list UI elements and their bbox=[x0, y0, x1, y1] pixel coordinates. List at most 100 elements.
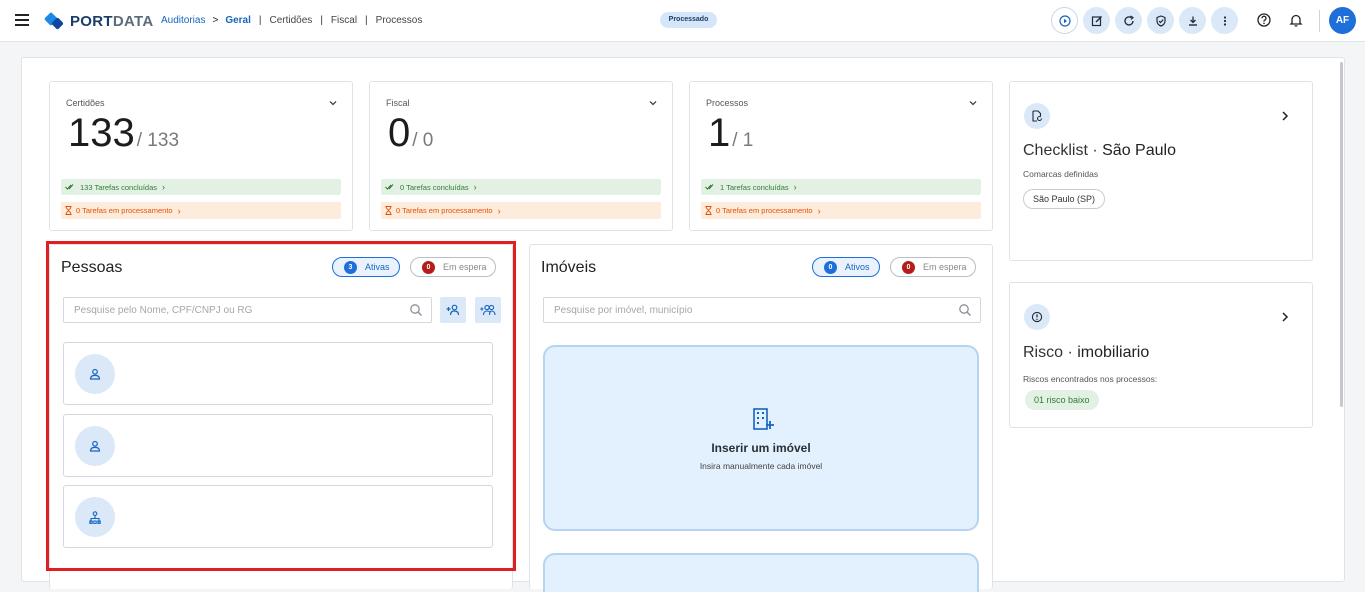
stat-title: Certidões bbox=[66, 98, 105, 108]
search-icon[interactable] bbox=[409, 303, 423, 317]
add-group-button[interactable] bbox=[475, 297, 501, 323]
chevron-right-icon: › bbox=[162, 182, 165, 192]
chevron-right-icon: › bbox=[473, 182, 477, 192]
risk-level-chip[interactable]: 01 risco baixo bbox=[1025, 390, 1099, 410]
pessoas-title: Pessoas bbox=[61, 259, 123, 276]
chevron-right-icon: › bbox=[177, 205, 181, 216]
double-check-icon bbox=[385, 184, 394, 190]
pessoas-active-filter[interactable]: 3 Ativas bbox=[332, 257, 400, 277]
breadcrumb-processos[interactable]: Processos bbox=[376, 15, 423, 26]
list-item[interactable] bbox=[63, 485, 493, 548]
checklist-place: São Paulo bbox=[1102, 142, 1176, 159]
stat-value: 133 bbox=[68, 111, 135, 155]
download-button[interactable] bbox=[1179, 7, 1206, 34]
more-options-button[interactable] bbox=[1211, 7, 1238, 34]
done-tasks-label: 0 Tarefas concluídas bbox=[400, 182, 469, 192]
risco-type: imobiliario bbox=[1077, 344, 1150, 361]
chevron-right-icon[interactable] bbox=[1280, 311, 1290, 323]
stat-value: 0 bbox=[388, 111, 411, 155]
hourglass-icon bbox=[65, 206, 72, 215]
pessoas-search-input[interactable] bbox=[63, 297, 432, 323]
chevron-down-icon[interactable] bbox=[328, 98, 338, 108]
chevron-right-icon: › bbox=[497, 205, 501, 216]
checklist-title: Checklist bbox=[1023, 142, 1088, 159]
play-button[interactable] bbox=[1051, 7, 1078, 34]
checklist-card[interactable]: Checklist · São Paulo Comarcas definidas… bbox=[1009, 81, 1313, 261]
risco-title: Risco bbox=[1023, 344, 1064, 361]
done-tasks-bar[interactable]: 0 Tarefas concluídas › bbox=[381, 179, 661, 195]
breadcrumb-auditorias[interactable]: Auditorias bbox=[161, 15, 205, 26]
search-icon[interactable] bbox=[958, 303, 972, 317]
shield-button[interactable] bbox=[1147, 7, 1174, 34]
waiting-count-badge: 0 bbox=[422, 260, 435, 274]
import-property-card[interactable] bbox=[543, 553, 979, 592]
processing-tasks-label: 0 Tarefas em processamento bbox=[716, 206, 813, 215]
help-button[interactable] bbox=[1255, 11, 1273, 29]
company-icon bbox=[89, 510, 101, 524]
active-label: Ativas bbox=[365, 262, 390, 272]
imoveis-waiting-filter[interactable]: 0 Em espera bbox=[890, 257, 976, 277]
alert-circle-icon bbox=[1031, 311, 1043, 323]
document-refresh-icon bbox=[1032, 110, 1043, 122]
title-dot: · bbox=[1063, 344, 1078, 361]
add-person-button[interactable] bbox=[440, 297, 466, 323]
avatar[interactable]: AF bbox=[1329, 7, 1356, 34]
bell-icon bbox=[1289, 14, 1303, 27]
stat-card-fiscal: Fiscal 0/ 0 0 Tarefas concluídas › 0 Tar… bbox=[369, 81, 673, 231]
list-item[interactable] bbox=[63, 342, 493, 405]
stat-value: 1 bbox=[708, 111, 731, 155]
help-icon bbox=[1257, 13, 1271, 27]
done-tasks-bar[interactable]: 1 Tarefas concluídas › bbox=[701, 179, 981, 195]
hourglass-icon bbox=[705, 206, 712, 215]
done-tasks-label: 1 Tarefas concluídas bbox=[720, 182, 789, 192]
risco-subtitle: Riscos encontrados nos processos: bbox=[1023, 374, 1158, 384]
processing-tasks-bar[interactable]: 0 Tarefas em processamento › bbox=[381, 202, 661, 219]
hamburger-menu-icon[interactable] bbox=[12, 11, 32, 31]
breadcrumb-certidoes[interactable]: Certidões bbox=[270, 15, 313, 26]
stat-total: / 1 bbox=[732, 130, 754, 151]
logo-mark-icon bbox=[43, 11, 64, 31]
risco-card[interactable]: Risco · imobiliario Riscos encontrados n… bbox=[1009, 282, 1313, 428]
breadcrumb: Auditorias > Geral | Certidões | Fiscal … bbox=[161, 15, 423, 26]
imoveis-title: Imóveis bbox=[541, 259, 597, 276]
breadcrumb-separator: > bbox=[212, 15, 219, 26]
refresh-button[interactable] bbox=[1115, 7, 1142, 34]
pessoas-waiting-filter[interactable]: 0 Em espera bbox=[410, 257, 496, 277]
edit-button[interactable] bbox=[1083, 7, 1110, 34]
portdata-logo[interactable]: PORTDATA bbox=[43, 11, 154, 31]
list-item[interactable] bbox=[63, 414, 493, 477]
breadcrumb-fiscal[interactable]: Fiscal bbox=[331, 15, 357, 26]
insert-property-subtitle: Insira manualmente cada imóvel bbox=[699, 461, 823, 471]
vertical-scrollbar[interactable] bbox=[1340, 62, 1343, 407]
insert-property-card[interactable]: Inserir um imóvel Insira manualmente cad… bbox=[543, 345, 979, 531]
header-divider bbox=[1319, 10, 1320, 32]
person-icon bbox=[89, 440, 101, 452]
processing-tasks-bar[interactable]: 0 Tarefas em processamento › bbox=[61, 202, 341, 219]
stat-title: Fiscal bbox=[386, 98, 410, 108]
done-tasks-bar[interactable]: 133 Tarefas concluídas › bbox=[61, 179, 341, 195]
insert-property-title: Inserir um imóvel bbox=[711, 441, 811, 455]
chevron-right-icon[interactable] bbox=[1280, 110, 1290, 122]
stat-title: Processos bbox=[706, 98, 749, 108]
active-count-badge: 0 bbox=[824, 260, 837, 274]
processing-tasks-bar[interactable]: 0 Tarefas em processamento › bbox=[701, 202, 981, 219]
chevron-down-icon[interactable] bbox=[968, 98, 978, 108]
stat-card-certidoes: Certidões 133/ 133 133 Tarefas concluída… bbox=[49, 81, 353, 231]
imoveis-active-filter[interactable]: 0 Ativos bbox=[812, 257, 880, 277]
refresh-icon bbox=[1123, 14, 1134, 26]
breadcrumb-geral[interactable]: Geral bbox=[225, 15, 251, 26]
title-dot: · bbox=[1087, 142, 1103, 159]
notifications-button[interactable] bbox=[1287, 11, 1305, 29]
waiting-label: Em espera bbox=[443, 262, 487, 272]
more-vertical-icon bbox=[1223, 15, 1226, 26]
shield-check-icon bbox=[1155, 14, 1166, 27]
brand-port: PORT bbox=[70, 12, 113, 30]
imoveis-search-input[interactable] bbox=[543, 297, 981, 323]
double-check-icon bbox=[65, 184, 74, 190]
chevron-down-icon[interactable] bbox=[648, 98, 658, 108]
comarca-chip[interactable]: São Paulo (SP) bbox=[1023, 189, 1106, 209]
brand-data: DATA bbox=[112, 12, 154, 30]
waiting-label: Em espera bbox=[923, 262, 967, 272]
double-check-icon bbox=[705, 184, 714, 190]
chevron-right-icon: › bbox=[817, 205, 821, 216]
